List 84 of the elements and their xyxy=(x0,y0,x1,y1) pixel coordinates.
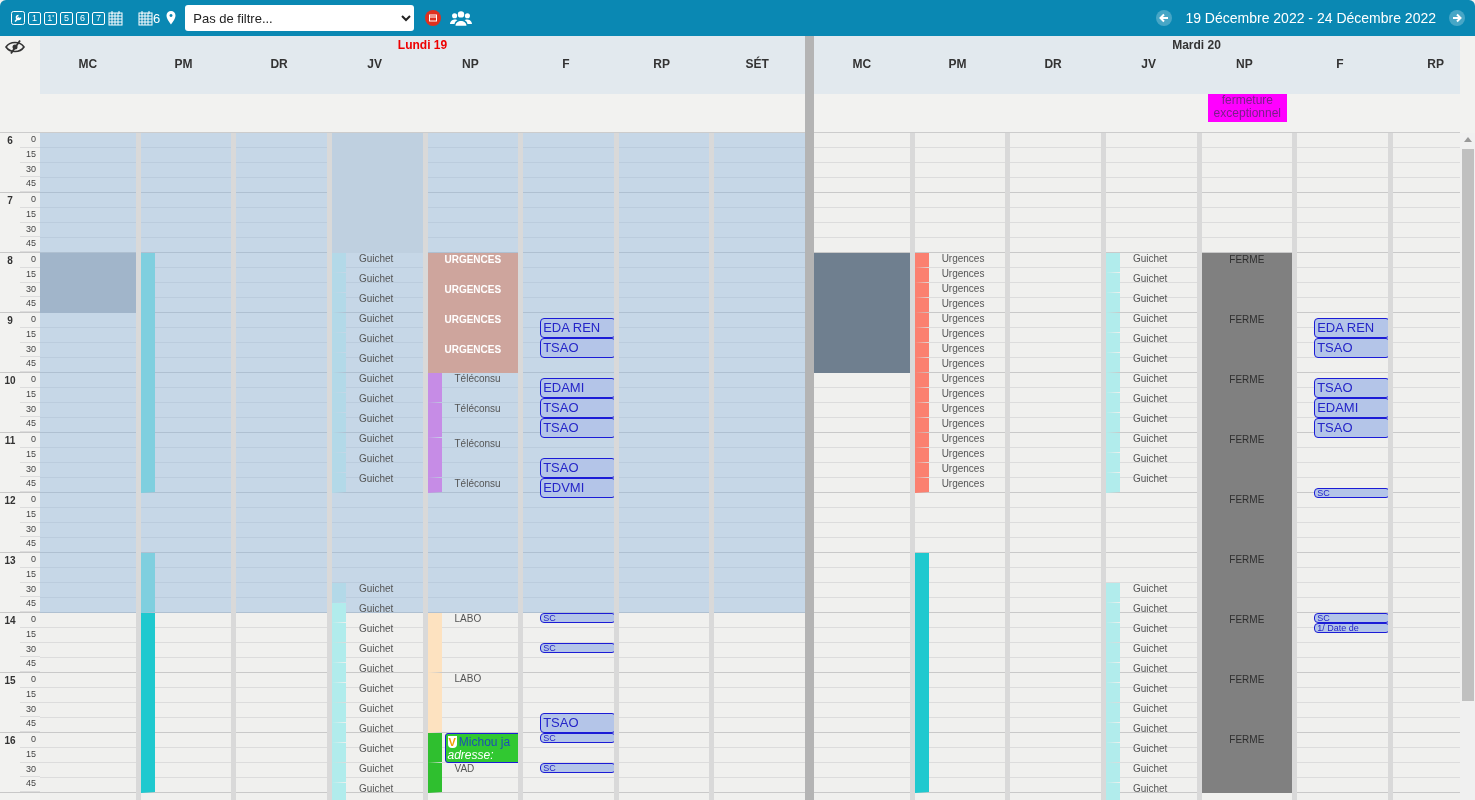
closed-block: FERME xyxy=(1201,733,1293,793)
closed-block: FERME xyxy=(1201,313,1293,373)
appointment-slot[interactable] xyxy=(140,613,155,793)
view-button[interactable]: 1 xyxy=(28,11,41,25)
calendar-icon[interactable] xyxy=(108,10,124,26)
appointment-slot[interactable] xyxy=(140,553,155,613)
hour-label: 8 xyxy=(6,254,14,267)
day-title: Lundi 19 xyxy=(396,37,449,54)
staff-column-header: SÉT xyxy=(745,57,769,71)
next-arrow-icon[interactable] xyxy=(1449,10,1465,26)
scroll-up-icon[interactable] xyxy=(1464,137,1472,142)
booking-event[interactable]: SC xyxy=(1314,488,1388,498)
view-button[interactable]: 5 xyxy=(60,11,73,25)
closed-block: FERME xyxy=(1201,373,1293,433)
scrollbar-thumb[interactable] xyxy=(1462,149,1474,701)
settings-icon[interactable] xyxy=(11,11,25,25)
hour-label: 9 xyxy=(6,314,14,327)
staff-column-header: RP xyxy=(1427,57,1444,71)
view-button[interactable]: 1' xyxy=(44,11,57,25)
staff-column-header: MC xyxy=(852,57,872,71)
staff-column-header: DR xyxy=(1044,57,1062,71)
closed-block: FERME xyxy=(1201,673,1293,733)
booking-event[interactable]: SC xyxy=(540,613,614,623)
booking-event[interactable]: TSAO xyxy=(1314,378,1388,398)
booking-event[interactable]: TSAO xyxy=(1314,418,1388,438)
hour-label: 6 xyxy=(6,134,14,147)
booking-event[interactable]: 1/ Date de xyxy=(1314,623,1388,633)
booking-event[interactable]: SC xyxy=(540,763,614,773)
date-range: 19 Décembre 2022 - 24 Décembre 2022 xyxy=(1185,10,1436,26)
booking-event[interactable]: TSAO xyxy=(540,338,614,358)
hour-label: 10 xyxy=(3,374,17,387)
booking-event[interactable]: EDA REN xyxy=(1314,318,1388,338)
booking-event[interactable]: SC xyxy=(540,643,614,653)
staff-column-header: PM xyxy=(174,57,193,71)
booking-event[interactable]: SC xyxy=(540,733,614,743)
booking-event[interactable]: TSAO xyxy=(1314,338,1388,358)
staff-column-header: NP xyxy=(461,57,479,71)
hidden-eye-icon[interactable] xyxy=(5,40,25,54)
booking-event[interactable]: TSAO xyxy=(540,418,614,438)
visit-badge: V xyxy=(447,735,457,748)
booking-event[interactable]: EDA REN xyxy=(540,318,614,338)
view-button[interactable]: 7 xyxy=(92,11,105,25)
patient-name: Michou ja xyxy=(458,734,511,749)
staff-column-header: JV xyxy=(367,57,383,71)
day-title: Mardi 20 xyxy=(1171,37,1222,54)
staff-column-header: NP xyxy=(1235,57,1253,71)
hour-label: 11 xyxy=(3,434,17,447)
booking-event[interactable]: TSAO xyxy=(540,398,614,418)
booking-event[interactable]: EDAMI xyxy=(1314,398,1388,418)
calendar-count: 6 xyxy=(153,10,161,26)
booking-event[interactable]: TSAO xyxy=(540,458,614,478)
appointment-slot[interactable] xyxy=(140,253,155,493)
hour-label: 7 xyxy=(6,194,14,207)
booking-event[interactable]: EDAMI xyxy=(540,378,614,398)
previous-arrow-icon[interactable] xyxy=(1156,10,1173,26)
map-pin-icon[interactable] xyxy=(166,11,177,25)
staff-column-header: MC xyxy=(78,57,98,71)
closed-block: FERME xyxy=(1201,493,1293,553)
visit-card[interactable]: V Michou ja adresse: xyxy=(444,733,519,763)
hour-label: 15 xyxy=(3,674,17,687)
hour-label: 14 xyxy=(3,614,17,627)
hour-label: 16 xyxy=(3,734,17,747)
hour-label: 12 xyxy=(3,494,17,507)
staff-column-header: RP xyxy=(653,57,670,71)
staff-column-header: JV xyxy=(1141,57,1157,71)
staff-column-header: F xyxy=(1336,57,1344,71)
visit-address: adresse: xyxy=(447,749,495,762)
closed-block: FERME xyxy=(1201,433,1293,493)
view-button[interactable]: 6 xyxy=(76,11,89,25)
filter-select[interactable]: Pas de filtre... xyxy=(185,5,415,31)
staff-column-header: DR xyxy=(270,57,288,71)
calendar-icon[interactable] xyxy=(425,10,442,26)
closed-block: FERME xyxy=(1201,613,1293,673)
hour-label: 13 xyxy=(3,554,17,567)
staff-column-header: PM xyxy=(948,57,967,71)
booking-event[interactable]: TSAO xyxy=(540,713,614,733)
booking-event[interactable]: EDVMI xyxy=(540,478,614,498)
booking-event[interactable]: SC xyxy=(1314,613,1388,623)
staff-column-header: F xyxy=(562,57,570,71)
appointment-slot[interactable] xyxy=(914,553,929,793)
closed-block: FERME xyxy=(1201,553,1293,613)
users-icon[interactable] xyxy=(450,9,473,27)
closed-block: FERME xyxy=(1201,253,1293,313)
calendar-icon[interactable] xyxy=(138,10,154,26)
